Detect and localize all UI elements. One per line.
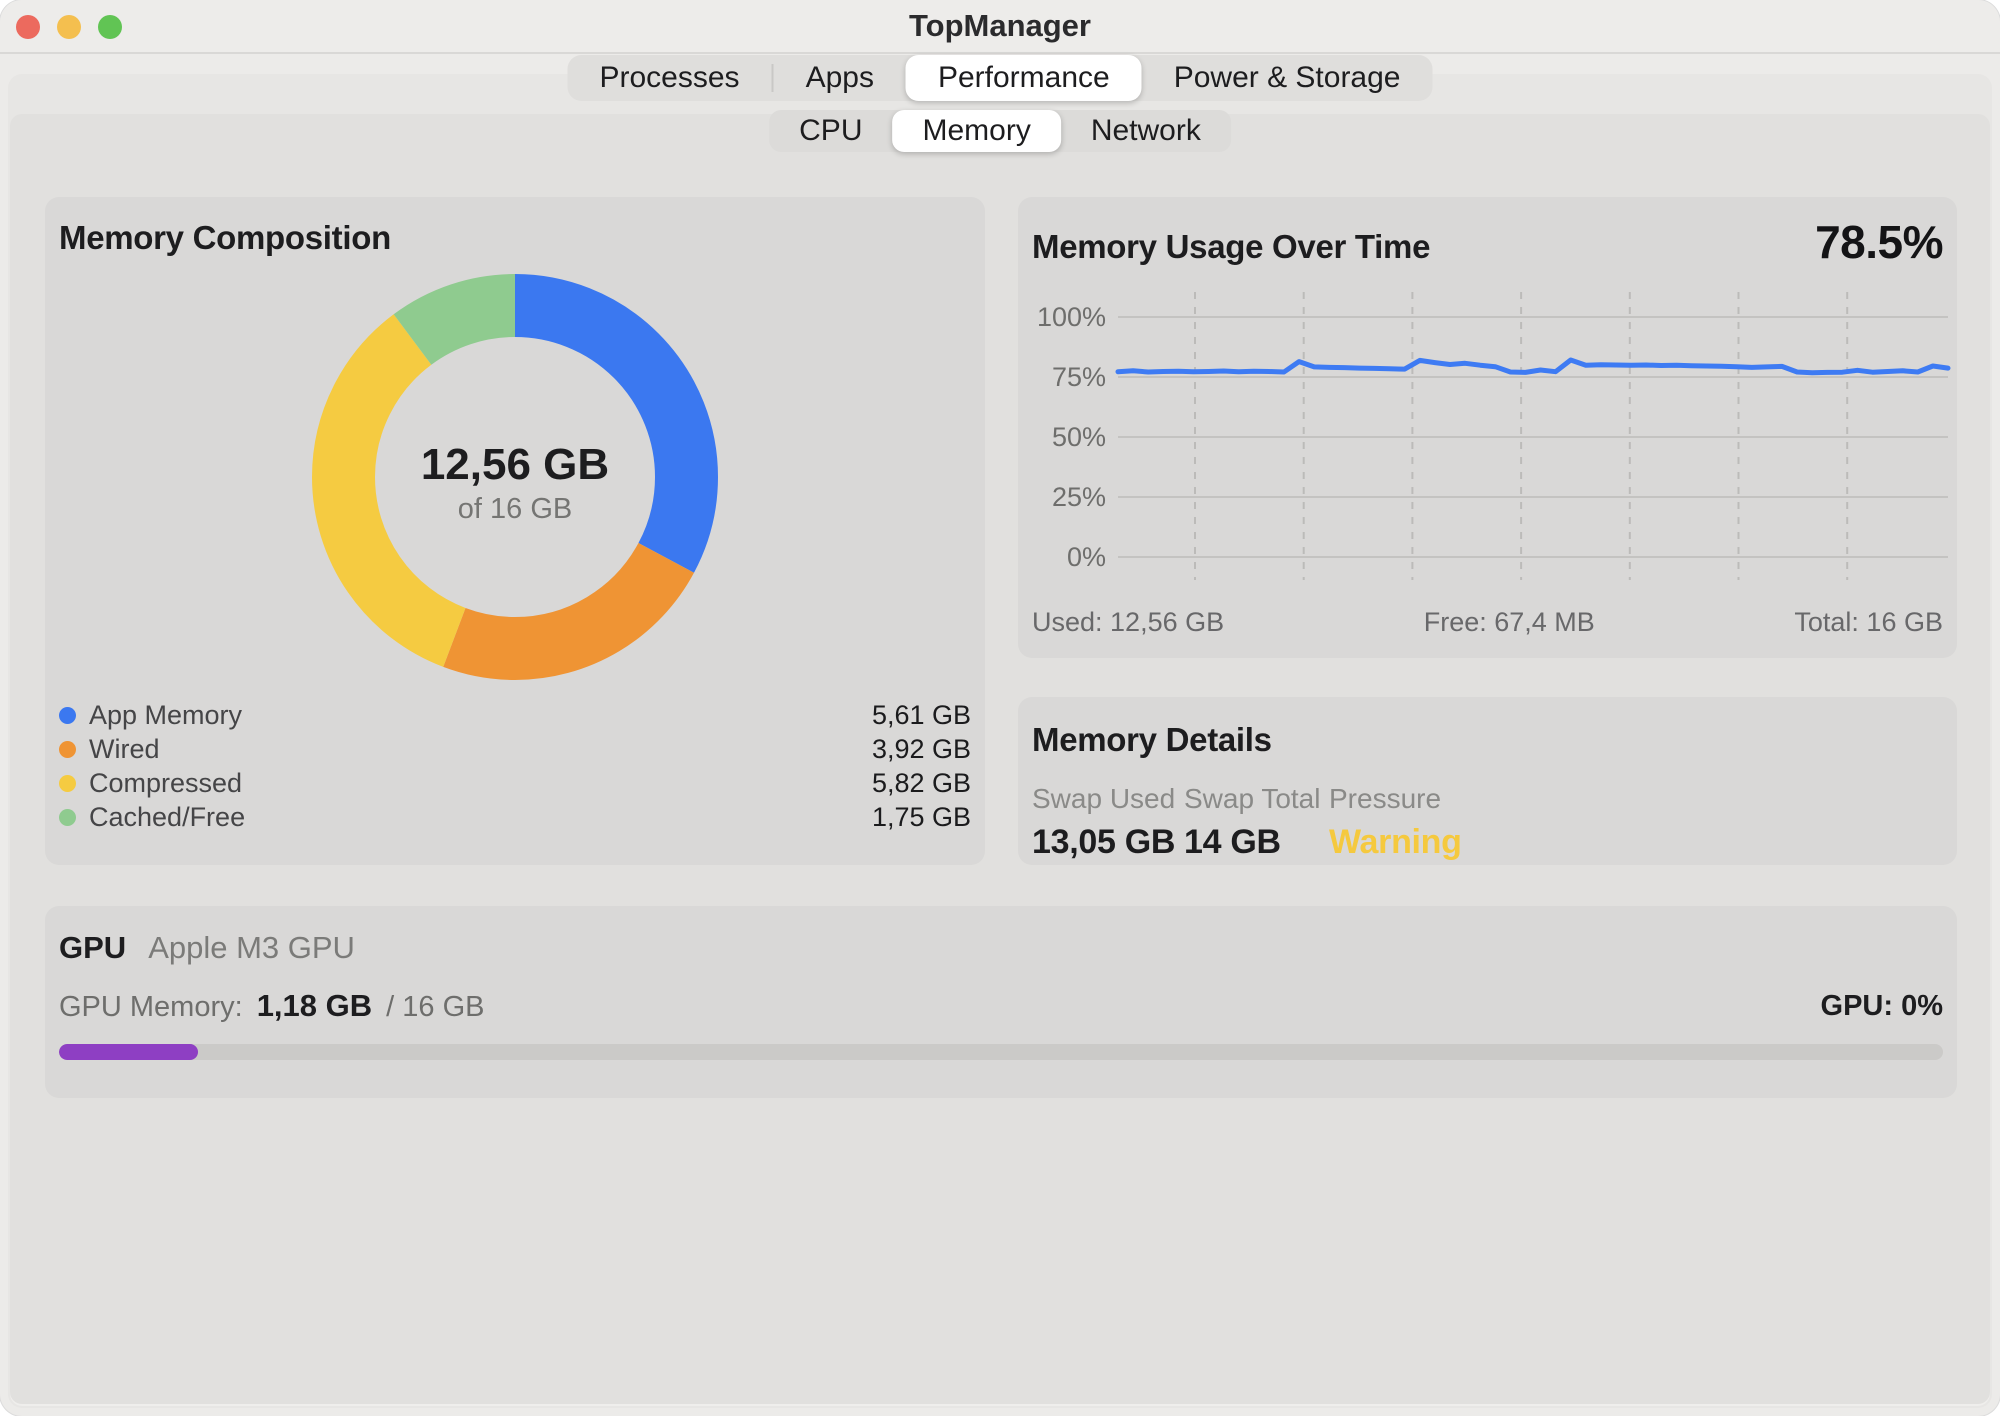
stat-label: Pressure <box>1329 783 1462 815</box>
gpu-memory-label: GPU Memory: <box>59 991 243 1024</box>
tab-memory[interactable]: Memory <box>892 110 1060 152</box>
legend-value: 5,61 GB <box>872 700 971 731</box>
stat-value: 14 GB <box>1184 823 1320 862</box>
legend-row-cached-free: Cached/Free 1,75 GB <box>59 800 971 834</box>
gpu-chip-name: Apple M3 GPU <box>148 930 355 966</box>
legend-value: 3,92 GB <box>872 734 971 765</box>
memory-usage-line <box>1118 360 1948 373</box>
gpu-memory-total: / 16 GB <box>386 991 484 1024</box>
gpu-title: GPU <box>59 930 126 966</box>
stat-value: Warning <box>1329 823 1462 862</box>
performance-tab-bar: CPUMemoryNetwork <box>769 110 1231 152</box>
stat-swap-total: Swap Total 14 GB <box>1184 783 1320 862</box>
legend-dot-icon <box>59 775 76 792</box>
tab-power-storage[interactable]: Power & Storage <box>1142 55 1433 101</box>
gpu-memory-row: GPU Memory: 1,18 GB / 16 GB <box>59 988 484 1024</box>
gpu-header: GPU Apple M3 GPU <box>59 930 355 966</box>
memory-usage-footer: Used: 12,56 GB Free: 67,4 MB Total: 16 G… <box>1032 607 1943 638</box>
y-tick-label: 0% <box>1026 541 1106 573</box>
memory-free-label: Free: 67,4 MB <box>1424 607 1595 638</box>
memory-details-title: Memory Details <box>1032 721 1272 759</box>
legend-label: Wired <box>89 734 160 765</box>
memory-composition-donut-chart <box>45 197 985 697</box>
legend-value: 5,82 GB <box>872 768 971 799</box>
legend-label: Cached/Free <box>89 802 245 833</box>
gpu-memory-progress-fill <box>59 1044 198 1060</box>
legend-dot-icon <box>59 809 76 826</box>
memory-usage-line-chart <box>1018 197 1957 658</box>
tab-network[interactable]: Network <box>1061 110 1231 152</box>
gpu-usage-percent: GPU: 0% <box>1821 990 1943 1023</box>
memory-total-label: Total: 16 GB <box>1794 607 1943 638</box>
legend-row-wired: Wired 3,92 GB <box>59 732 971 766</box>
window-title: TopManager <box>0 0 2000 52</box>
y-tick-label: 100% <box>1026 301 1106 333</box>
stat-label: Swap Total <box>1184 783 1320 815</box>
memory-usage-card: Memory Usage Over Time 78.5% 100%75%50%2… <box>1018 197 1957 658</box>
main-tab-bar: ProcessesAppsPerformancePower & Storage <box>568 55 1433 101</box>
y-tick-label: 75% <box>1026 361 1106 393</box>
gpu-memory-used: 1,18 GB <box>257 988 372 1024</box>
stat-pressure: Pressure Warning <box>1329 783 1462 862</box>
tab-performance[interactable]: Performance <box>906 55 1142 101</box>
tab-cpu[interactable]: CPU <box>769 110 892 152</box>
tab-apps[interactable]: Apps <box>774 55 906 101</box>
y-tick-label: 50% <box>1026 421 1106 453</box>
memory-details-stats: Swap Used13,05 GBSwap Total14 GBPressure… <box>1018 783 1957 861</box>
stat-label: Swap Used <box>1032 783 1175 815</box>
legend-dot-icon <box>59 707 76 724</box>
memory-used-label: Used: 12,56 GB <box>1032 607 1224 638</box>
stat-value: 13,05 GB <box>1032 823 1175 862</box>
memory-composition-card: Memory Composition 12,56 GB of 16 GB App… <box>45 197 985 865</box>
app-window: TopManager ProcessesAppsPerformancePower… <box>0 0 2000 1416</box>
gpu-card: GPU Apple M3 GPU GPU Memory: 1,18 GB / 1… <box>45 906 1957 1098</box>
memory-details-card: Memory Details Swap Used13,05 GBSwap Tot… <box>1018 697 1957 865</box>
legend-row-compressed: Compressed 5,82 GB <box>59 766 971 800</box>
title-bar: TopManager <box>0 0 2000 54</box>
legend-value: 1,75 GB <box>872 802 971 833</box>
memory-composition-legend: App Memory 5,61 GB Wired 3,92 GB Compressed 5… <box>59 698 971 834</box>
stat-swap-used: Swap Used 13,05 GB <box>1032 783 1175 862</box>
tab-processes[interactable]: Processes <box>568 55 772 101</box>
y-tick-label: 25% <box>1026 481 1106 513</box>
legend-row-app-memory: App Memory 5,61 GB <box>59 698 971 732</box>
legend-label: Compressed <box>89 768 242 799</box>
legend-dot-icon <box>59 741 76 758</box>
legend-label: App Memory <box>89 700 242 731</box>
gpu-memory-progress-bar <box>59 1044 1943 1060</box>
